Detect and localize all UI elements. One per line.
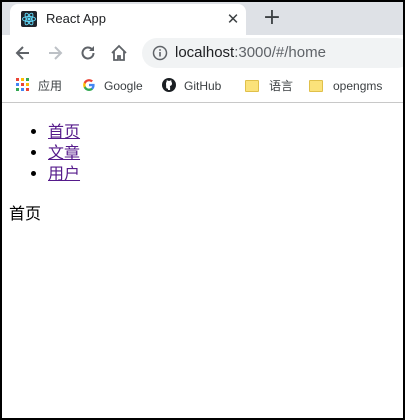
page-viewport: 首页 文章 用户 首页 <box>2 103 403 418</box>
tab-strip: React App ✕ + <box>2 2 403 35</box>
list-item: 用户 <box>48 163 80 184</box>
info-icon[interactable] <box>152 45 168 61</box>
bookmark-label: 应用 <box>38 79 63 93</box>
bookmark-apps[interactable]: 应用 <box>16 78 62 96</box>
bookmark-folder-opengms[interactable]: opengms <box>309 78 382 96</box>
google-g-icon <box>82 78 96 92</box>
bookmark-label: Google <box>104 79 143 93</box>
browser-window: React App ✕ + localhost:3000/#/home 应用 G… <box>0 0 405 420</box>
list-item: 文章 <box>48 142 80 163</box>
folder-icon <box>245 80 259 92</box>
page-content-text: 首页 <box>9 204 42 223</box>
bookmark-folder-yuyan[interactable]: 语言 <box>245 78 293 96</box>
nav-link-users[interactable]: 用户 <box>48 164 80 183</box>
bookmark-github[interactable]: GitHub <box>162 78 221 96</box>
bookmark-google[interactable]: Google <box>82 78 143 96</box>
browser-toolbar: localhost:3000/#/home <box>2 35 403 71</box>
list-item: 首页 <box>48 121 80 142</box>
tab-react-app[interactable]: React App ✕ <box>10 4 246 35</box>
home-icon[interactable] <box>109 43 129 63</box>
react-logo-icon <box>21 11 37 27</box>
forward-arrow-icon[interactable] <box>45 43 65 63</box>
tab-title: React App <box>46 11 106 26</box>
url-host: localhost <box>175 44 235 61</box>
bookmark-label: opengms <box>333 79 383 93</box>
address-bar[interactable]: localhost:3000/#/home <box>142 38 403 68</box>
bookmark-label: GitHub <box>184 79 222 93</box>
apps-grid-icon <box>16 78 30 92</box>
nav-link-home[interactable]: 首页 <box>48 122 80 141</box>
url-path: :3000/#/home <box>234 44 326 61</box>
bookmarks-bar: 应用 Google GitHub 语言 opengms <box>2 71 403 103</box>
nav-list: 首页 文章 用户 <box>30 121 80 184</box>
close-tab-icon[interactable]: ✕ <box>224 10 242 28</box>
nav-link-articles[interactable]: 文章 <box>48 143 80 162</box>
bookmark-label: 语言 <box>269 79 294 93</box>
folder-icon <box>309 80 323 92</box>
new-tab-button[interactable]: + <box>260 6 284 30</box>
url-text[interactable]: localhost:3000/#/home <box>175 44 326 61</box>
back-arrow-icon[interactable] <box>13 43 33 63</box>
reload-icon[interactable] <box>78 43 98 63</box>
github-icon <box>162 78 176 92</box>
